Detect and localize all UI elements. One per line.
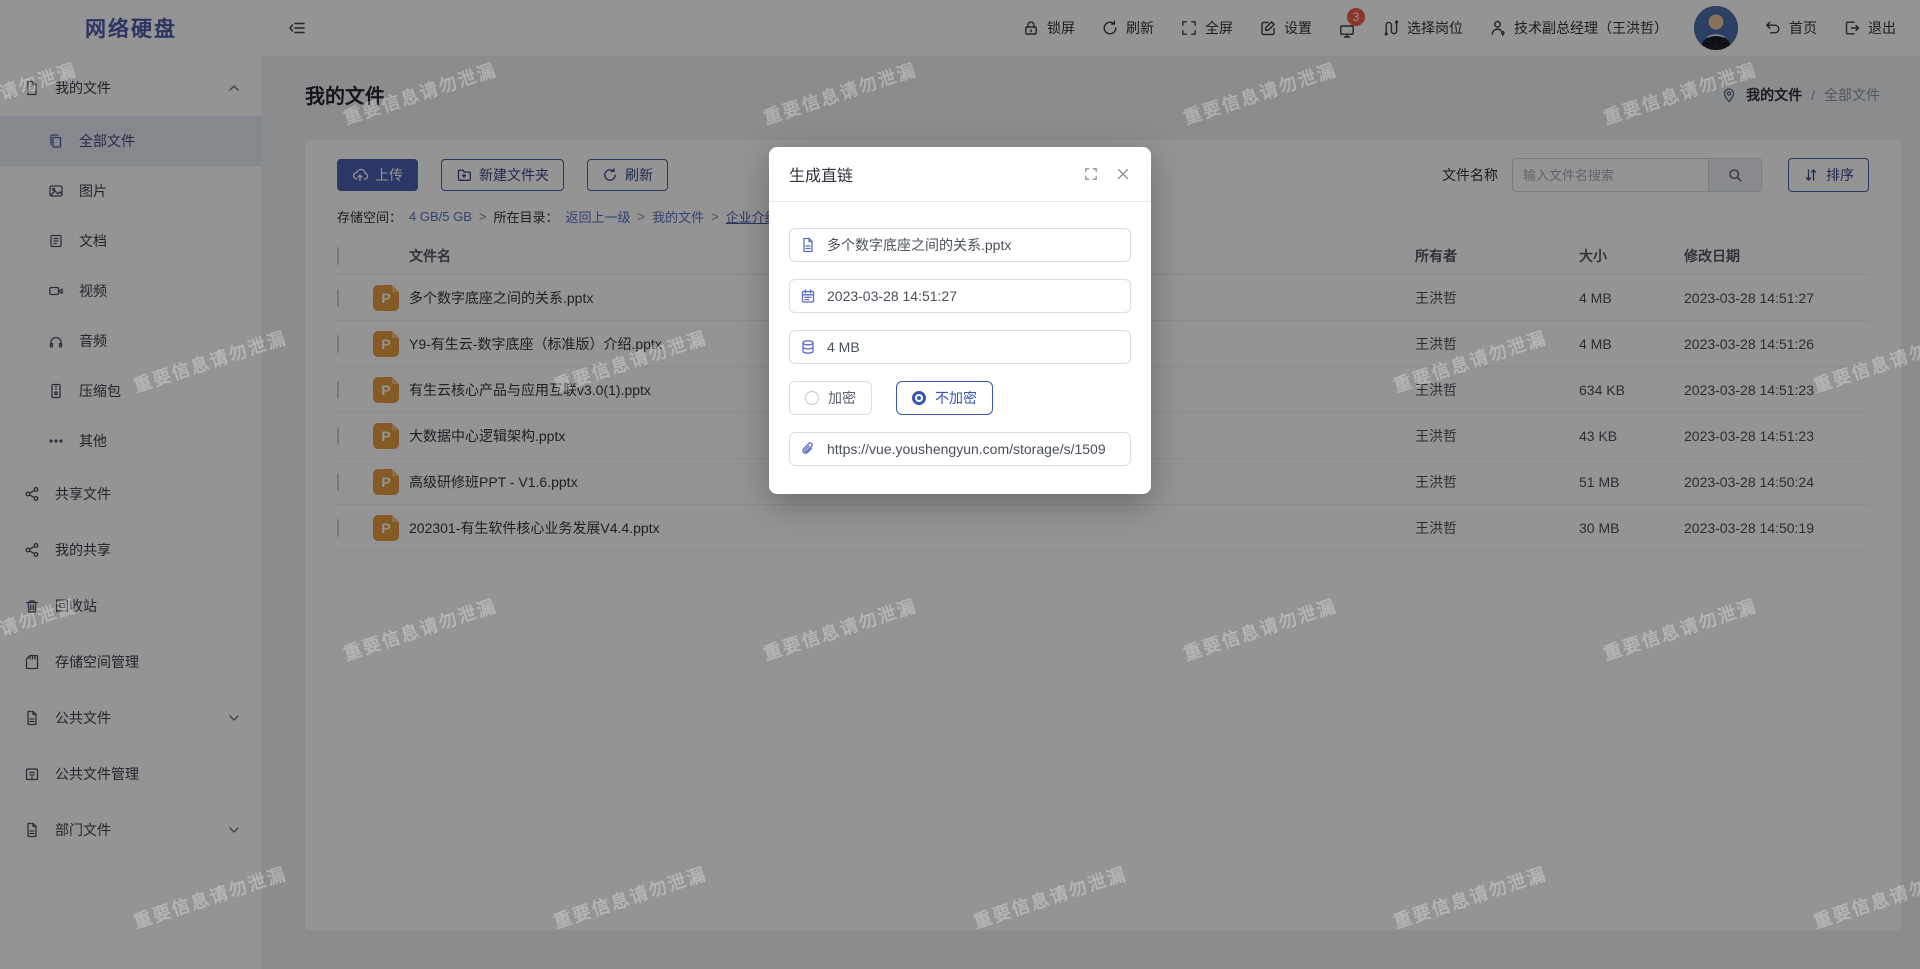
radio-unchecked-icon bbox=[805, 391, 819, 405]
database-icon bbox=[800, 339, 816, 355]
no-encrypt-radio[interactable]: 不加密 bbox=[896, 381, 993, 415]
dialog-close-icon[interactable] bbox=[1115, 166, 1131, 182]
link-modified-input[interactable] bbox=[825, 287, 1120, 305]
dialog-maximize-icon[interactable] bbox=[1083, 166, 1099, 182]
encrypt-radio[interactable]: 加密 bbox=[789, 381, 872, 415]
radio-checked-icon bbox=[912, 391, 926, 405]
dialog-title: 生成直链 bbox=[789, 162, 853, 186]
file-icon bbox=[800, 237, 816, 253]
link-modified-field bbox=[789, 279, 1131, 313]
link-file-name-input[interactable] bbox=[825, 236, 1120, 254]
link-file-name-field bbox=[789, 228, 1131, 262]
link-size-field bbox=[789, 330, 1131, 364]
dialog-header: 生成直链 bbox=[769, 147, 1151, 202]
direct-link-input[interactable] bbox=[825, 440, 1120, 458]
direct-link-field bbox=[789, 432, 1131, 466]
encrypt-radio-group: 加密 不加密 bbox=[789, 381, 1131, 415]
dialog-body: 加密 不加密 bbox=[769, 202, 1151, 494]
calendar-icon bbox=[800, 288, 816, 304]
link-size-input[interactable] bbox=[825, 338, 1120, 356]
generate-link-dialog: 生成直链 加密 不加密 bbox=[769, 147, 1151, 494]
paperclip-icon bbox=[800, 441, 816, 457]
